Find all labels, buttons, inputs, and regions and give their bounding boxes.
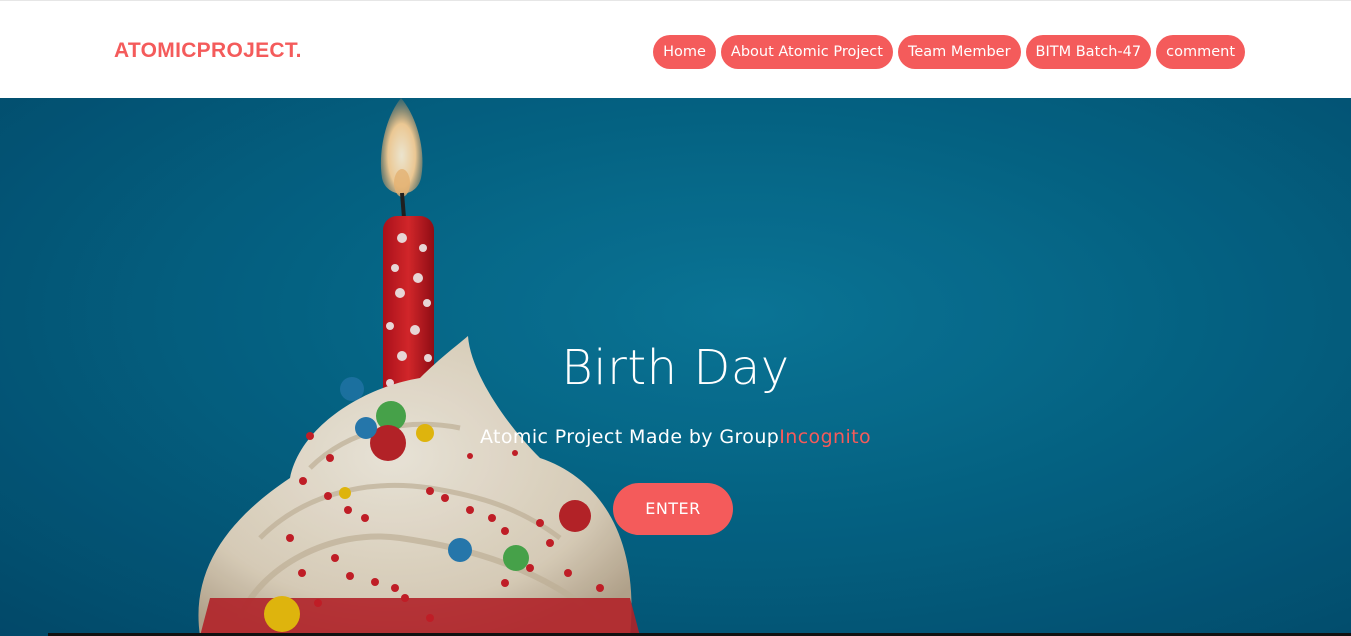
top-navbar: ATOMICPROJECT. Home About Atomic Project… xyxy=(0,0,1351,98)
nav-link-comment[interactable]: comment xyxy=(1156,35,1245,69)
nav-link-home[interactable]: Home xyxy=(653,35,716,69)
nav-links: Home About Atomic Project Team Member BI… xyxy=(653,35,1245,69)
hero-subtitle-highlight: Incognito xyxy=(779,426,872,448)
brand-logo[interactable]: ATOMICPROJECT. xyxy=(114,39,302,63)
hero-title: Birth Day xyxy=(561,340,790,396)
enter-button[interactable]: ENTER xyxy=(613,483,733,535)
nav-link-about[interactable]: About Atomic Project xyxy=(720,35,893,69)
hero-subtitle-prefix: Atomic Project Made by Group xyxy=(479,426,780,448)
hero-subtitle: Atomic Project Made by GroupIncognito xyxy=(0,426,1351,448)
hero-section: Birth Day Atomic Project Made by GroupIn… xyxy=(0,98,1351,636)
nav-link-team-member[interactable]: Team Member xyxy=(897,35,1021,69)
nav-link-bitm-batch[interactable]: BITM Batch-47 xyxy=(1025,35,1152,69)
